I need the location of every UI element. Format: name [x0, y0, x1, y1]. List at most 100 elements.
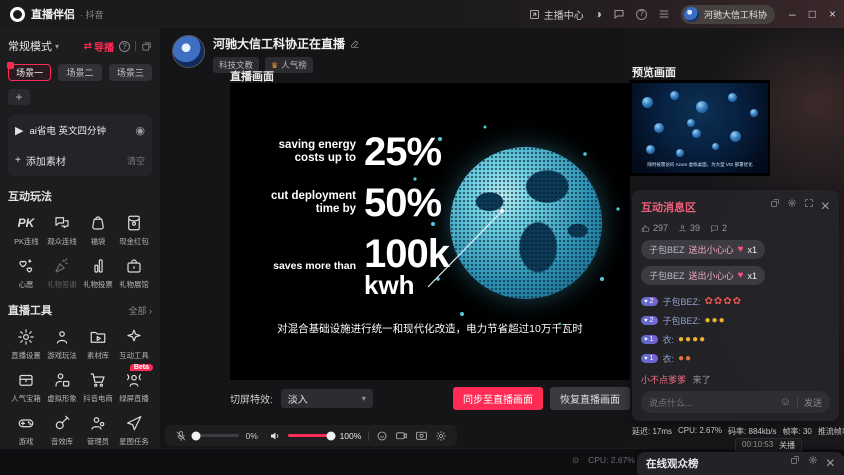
bar-chart-icon: [89, 256, 108, 275]
chevron-down-icon: ▾: [55, 42, 59, 51]
chat-message: ♥1 衣: ●●: [641, 352, 830, 365]
slide-stat3-unit: kwh: [364, 273, 449, 298]
tool-games[interactable]: 游戏: [8, 413, 44, 447]
tool-xingtu-tasks[interactable]: 星图任务: [116, 413, 152, 447]
slide-content: saving energy costs up to 25% cut deploy…: [230, 119, 630, 344]
mic-muted-icon[interactable]: [175, 430, 187, 442]
viewer-counter: 39: [678, 223, 700, 233]
gear-icon: [17, 327, 36, 346]
interact-red-packet[interactable]: 现金红包: [116, 213, 152, 247]
scene-tab-3[interactable]: 场景三: [109, 64, 152, 81]
app-logo-icon: [10, 7, 25, 22]
feedback-icon[interactable]: [613, 8, 625, 20]
gear-icon[interactable]: [787, 198, 797, 216]
tool-material-library[interactable]: 素材库: [80, 327, 116, 361]
divider: [135, 41, 136, 51]
titlebar: 直播伴侣 · 抖音 主播中心 ◑ ? 河驰大信工科协 – □ ×: [0, 0, 844, 28]
stream-title: 河驰大信工科协正在直播: [213, 35, 345, 52]
speaker-volume-slider[interactable]: [288, 434, 333, 437]
anchor-center-button[interactable]: 主播中心: [529, 7, 584, 22]
tool-green-screen[interactable]: Beta 绿屏直播: [116, 370, 152, 404]
scene-tab-2[interactable]: 场景二: [58, 64, 101, 81]
menu-icon[interactable]: [658, 8, 670, 20]
chat-input[interactable]: 说点什么... ☺ 发送: [641, 391, 830, 413]
stream-timer: 00:10:53 关播: [735, 438, 802, 453]
interact-wish[interactable]: 心愿: [8, 256, 44, 290]
gear-icon[interactable]: [808, 455, 818, 473]
close-icon[interactable]: ×: [821, 198, 830, 216]
interact-gift-vote[interactable]: 礼物投票: [80, 256, 116, 290]
interact-lucky-bag[interactable]: 福袋: [80, 213, 116, 247]
tool-interact-tools[interactable]: 互动工具: [116, 327, 152, 361]
edit-title-icon[interactable]: [350, 39, 360, 49]
popout-icon[interactable]: [770, 198, 780, 216]
tool-live-settings[interactable]: 直播设置: [8, 327, 44, 361]
camera-icon[interactable]: [395, 429, 408, 442]
interact-section-title: 互动玩法: [8, 188, 152, 204]
restore-live-button[interactable]: 恢复直播画面: [550, 387, 630, 410]
message-panel: 互动消息区 × 297 39 2: [632, 190, 839, 421]
account-name: 河驰大信工科协: [704, 8, 767, 21]
compass-icon: [125, 413, 144, 432]
interact-gift-thanks[interactable]: 礼物答谢: [44, 256, 80, 290]
add-scene-button[interactable]: +: [8, 89, 30, 105]
settings-icon[interactable]: [435, 430, 447, 442]
preview-label: 预览画面: [632, 64, 676, 80]
clear-materials-button[interactable]: 清空: [127, 154, 145, 167]
party-popper-icon: [53, 256, 72, 275]
director-mode-button[interactable]: ⇄ 导播: [84, 39, 114, 54]
add-material-button[interactable]: + 添加素材: [15, 153, 66, 168]
bubble-icon: [710, 224, 719, 233]
effects-select[interactable]: 淡入 ▾: [281, 389, 373, 408]
help-icon[interactable]: ?: [636, 9, 647, 20]
locate-icon[interactable]: ◉: [135, 124, 145, 137]
tool-virtual-avatar[interactable]: 虚拟形象: [44, 370, 80, 404]
sync-to-live-button[interactable]: 同步至直播画面: [453, 387, 543, 410]
popout-icon[interactable]: [790, 455, 800, 473]
tool-admins[interactable]: 管理员: [80, 413, 116, 447]
tool-sound-library[interactable]: 音效库: [44, 413, 80, 447]
account-chip[interactable]: 河驰大信工科协: [681, 5, 775, 24]
director-help-icon[interactable]: ?: [119, 41, 130, 52]
material-item[interactable]: ▶ ai省电 英文四分钟 ◉: [15, 123, 145, 137]
gamepad-icon: [17, 413, 36, 432]
maximize-button[interactable]: □: [809, 7, 816, 21]
fan-level-badge: ♥1: [641, 335, 658, 344]
close-icon[interactable]: ×: [826, 455, 835, 473]
speaker-icon[interactable]: [269, 430, 281, 442]
live-canvas[interactable]: saving energy costs up to 25% cut deploy…: [230, 83, 630, 380]
tool-douyin-ecommerce[interactable]: 抖音电商: [80, 370, 116, 404]
preview-thumbnail[interactable]: 随时按需访问 Azure 虚拟桌面，为大型 VDI 部署优化: [630, 80, 770, 176]
tools-all-link[interactable]: 全部 ›: [128, 304, 152, 317]
slide-subtitle: 对混合基础设施进行统一和现代化改造，电力节省超过10万千瓦时: [271, 321, 589, 337]
fan-level-badge: ♥2: [641, 297, 658, 306]
beauty-icon[interactable]: [376, 430, 388, 442]
expand-icon[interactable]: [804, 198, 814, 216]
effects-row: 切屏特效: 淡入 ▾ 同步至直播画面 恢复直播画面: [230, 387, 630, 410]
audio-toolbar: 0% 100%: [165, 425, 457, 446]
red-packet-icon: [125, 213, 144, 232]
person-pin-icon: [53, 327, 72, 346]
stream-counters: 297 39 2: [641, 223, 830, 233]
scene-tab-1[interactable]: 场景一: [8, 64, 51, 81]
interact-pk-link[interactable]: PK PK连线: [8, 213, 44, 247]
thumb-up-icon: [641, 224, 650, 233]
mode-dropdown[interactable]: 常规模式 ▾: [8, 38, 59, 54]
end-stream-button[interactable]: 关播: [779, 440, 795, 451]
theme-toggle-icon[interactable]: ◑: [595, 8, 602, 20]
popout-icon[interactable]: [141, 41, 152, 52]
folder-play-icon: [89, 327, 108, 346]
close-button[interactable]: ×: [829, 7, 836, 21]
minimize-button[interactable]: –: [789, 7, 796, 21]
material-name: ai省电 英文四分钟: [29, 123, 129, 137]
tool-game-play[interactable]: 游戏玩法: [44, 327, 80, 361]
mic-volume-slider[interactable]: [194, 434, 239, 437]
tool-popularity-chest[interactable]: 人气宝箱: [8, 370, 44, 404]
capture-icon[interactable]: [415, 429, 428, 442]
interact-gift-hall[interactable]: 礼物展馆: [116, 256, 152, 290]
emoji-icon[interactable]: ☺: [780, 396, 791, 408]
send-button[interactable]: 发送: [804, 396, 822, 409]
tools-section-title: 直播工具: [8, 302, 52, 318]
slide-stat2-label: cut deployment time by: [248, 190, 356, 216]
interact-audience-link[interactable]: 观众连线: [44, 213, 80, 247]
